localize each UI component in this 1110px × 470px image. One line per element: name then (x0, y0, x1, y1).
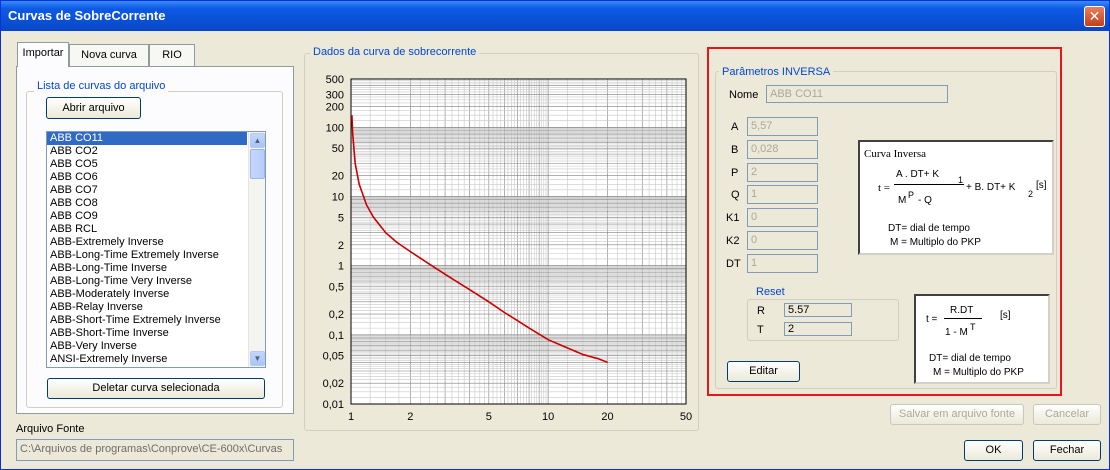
list-item[interactable]: ABB CO8 (47, 197, 247, 210)
x-tick-label: 20 (601, 411, 613, 423)
list-item[interactable]: ABB RCL (47, 223, 247, 236)
list-item[interactable]: ABB CO6 (47, 171, 247, 184)
y-tick-label: 300 (326, 89, 344, 101)
overcurrent-chart: 1 2 5 10 20 50 500 300200 100 50 20 10 5 2 1 0,5 0,2 0,1 0… (323, 74, 693, 423)
tab-nova-curva[interactable]: Nova curva (69, 44, 149, 66)
y-tick-label: 0,02 (323, 378, 344, 390)
curve-listbox[interactable]: ABB CO11 ABB CO2 ABB CO5 ABB CO6 ABB CO7 ABB … (46, 131, 266, 368)
scroll-thumb[interactable] (250, 149, 265, 179)
y-tick-label: 5 (338, 212, 344, 224)
y-tick-label: 0,1 (329, 330, 344, 342)
tab-importar[interactable]: Importar (17, 42, 69, 67)
source-file-label: Arquivo Fonte (16, 423, 85, 435)
list-item[interactable]: ABB CO7 (47, 184, 247, 197)
tab-rio[interactable]: RIO (149, 44, 195, 66)
highlight-frame (707, 47, 1062, 396)
listbox-scrollbar[interactable]: ▲ ▼ (248, 132, 265, 367)
cancel-button[interactable]: Cancelar (1033, 404, 1101, 425)
list-item[interactable]: ABB-Moderately Inverse (47, 288, 247, 301)
list-item[interactable]: ABB-Extremely Inverse (47, 236, 247, 249)
x-tick-label: 5 (486, 411, 492, 423)
y-tick-label: 2 (338, 240, 344, 252)
close-icon[interactable]: ✕ (1084, 6, 1105, 27)
x-tick-label: 10 (542, 411, 554, 423)
source-file-field[interactable]: C:\Arquivos de programas\Conprove\CE-600… (16, 439, 294, 461)
chart-group-label: Dados da curva de sobrecorrente (310, 46, 480, 58)
list-item[interactable]: ABB-Short-Time Inverse (47, 327, 247, 340)
list-item[interactable]: ABB CO11 (47, 132, 247, 145)
y-tick-label: 100 (326, 122, 344, 134)
y-tick-label: 0,5 (329, 281, 344, 293)
list-item[interactable]: ABB-Relay Inverse (47, 301, 247, 314)
list-item[interactable]: ABB-Long-Time Inverse (47, 262, 247, 275)
x-tick-label: 1 (348, 411, 354, 423)
y-tick-label: 10 (332, 192, 344, 204)
list-item[interactable]: ABB CO5 (47, 158, 247, 171)
y-tick-label: 1 (338, 261, 344, 273)
window-title: Curvas de SobreCorrente (8, 8, 166, 23)
curve-list-group-label: Lista de curvas do arquivo (34, 80, 169, 92)
y-tick-label: 0,01 (323, 399, 344, 411)
title-bar[interactable]: Curvas de SobreCorrente (1, 1, 1109, 31)
list-item[interactable]: ABB CO2 (47, 145, 247, 158)
list-item[interactable]: ANSI-Extremely Inverse (47, 353, 247, 366)
main-window: Curvas de SobreCorrente ✕ Importar Nova … (0, 0, 1110, 470)
y-tick-label: 0,2 (329, 309, 344, 321)
x-tick-label: 2 (407, 411, 413, 423)
scroll-down-icon[interactable]: ▼ (250, 351, 265, 366)
y-tick-label: 20 (332, 171, 344, 183)
list-item[interactable]: ABB-Long-Time Very Inverse (47, 275, 247, 288)
y-tick-label: 0,05 (323, 351, 344, 363)
list-item[interactable]: ABB-Very Inverse (47, 340, 247, 353)
list-item[interactable]: ABB-Long-Time Extremely Inverse (47, 249, 247, 262)
list-item[interactable]: ABB-Short-Time Extremely Inverse (47, 314, 247, 327)
tab-label: RIO (162, 49, 182, 61)
open-file-button[interactable]: Abrir arquivo (46, 97, 141, 119)
ok-button[interactable]: OK (964, 440, 1023, 461)
delete-curve-button[interactable]: Deletar curva selecionada (47, 378, 265, 399)
close-button[interactable]: Fechar (1033, 440, 1101, 461)
tab-label: Importar (22, 47, 64, 59)
tab-label: Nova curva (81, 49, 137, 61)
y-tick-label: 200 (326, 102, 344, 114)
y-tick-label: 500 (326, 74, 344, 86)
scroll-up-icon[interactable]: ▲ (250, 133, 265, 148)
save-source-button[interactable]: Salvar em arquivo fonte (890, 404, 1024, 425)
list-item[interactable]: ABB CO9 (47, 210, 247, 223)
x-tick-label: 50 (680, 411, 692, 423)
y-tick-label: 50 (332, 143, 344, 155)
